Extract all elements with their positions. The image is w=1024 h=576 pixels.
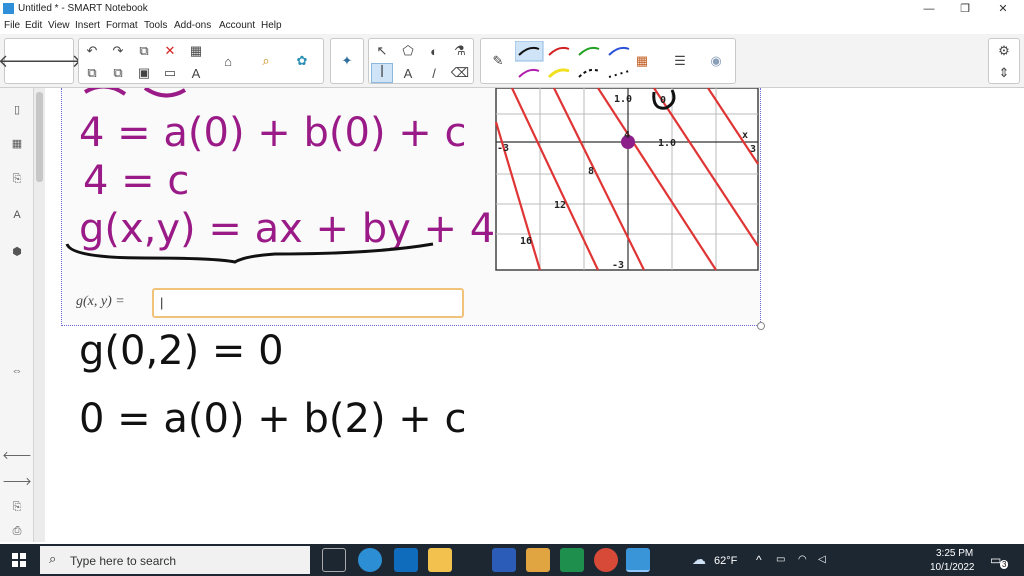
notebook-page[interactable]: 1.0 0 -3 1.0 x 3 -3 4 8 12 16 g(x, y) = …	[45, 88, 1024, 542]
lesson-group: ✦	[330, 38, 364, 84]
smart-notebook-taskbar-icon[interactable]	[626, 548, 650, 572]
main-toolbar: 🡐 🡒 ↶ ↷ ⧉ ✕ ▦ ⌂ ⧉ ⧉ ▣ ▭ A ⌕ ✿ ✦ ↖ ⬠ ◐ ⚗ …	[0, 34, 1024, 88]
handwriting-layer: 4 = a(0) + b(0) + c 4 = c g(x,y) = ax + …	[65, 88, 495, 442]
text-icon[interactable]: A	[397, 63, 419, 83]
navigation-group: 🡐 🡒	[0, 38, 82, 84]
delete-page-sidebar-icon[interactable]: ⎙	[6, 520, 28, 542]
clock-date[interactable]: 10/1/2022	[930, 562, 975, 573]
back-arrow-icon[interactable]: 🡐	[0, 51, 46, 71]
wifi-icon[interactable]: ◠	[798, 554, 807, 565]
scrollbar-thumb[interactable]	[36, 92, 43, 182]
add-page-icon[interactable]: ⧉	[81, 63, 103, 83]
tools-group: ↖ ⬠ ◐ ⚗ ꟾ A / ⌫	[368, 38, 474, 84]
line-thickness-icon[interactable]: ☰	[669, 51, 691, 71]
move-sidebar-icon[interactable]: ⇔	[6, 360, 28, 382]
table-icon[interactable]: ▦	[185, 41, 207, 61]
select-icon[interactable]: ↖	[371, 41, 393, 61]
side-tabs: ▯ ▦ ⎘ A ⬢ ⇔ 🡐 🡒 ⎘ ⎙	[0, 88, 34, 542]
gear-icon[interactable]: ⚙	[993, 41, 1015, 61]
measure-icon[interactable]: ꟾ	[371, 63, 393, 83]
weather-temp[interactable]: 62°F	[714, 555, 737, 567]
addon-bug-icon[interactable]: ✿	[291, 51, 313, 71]
addons-icon[interactable]: ⬢	[6, 240, 28, 262]
title-bar: Untitled * - SMART Notebook — ❐ ✕	[0, 0, 1024, 18]
ink-line-2: 4 = c	[83, 158, 189, 204]
clock-time[interactable]: 3:25 PM	[936, 548, 973, 559]
full-screen-icon[interactable]: ▭	[159, 63, 181, 83]
network-icon[interactable]: ▭	[776, 554, 785, 565]
puzzle-icon[interactable]: ✦	[336, 51, 358, 71]
forward-arrow-icon[interactable]: 🡒	[34, 51, 82, 71]
minimize-button[interactable]: —	[914, 1, 944, 17]
edit-group: ↶ ↷ ⧉ ✕ ▦ ⌂ ⧉ ⧉ ▣ ▭ A ⌕ ✿	[78, 38, 324, 84]
pen-icon[interactable]: ✎	[487, 51, 509, 71]
menu-tools[interactable]: Tools	[144, 20, 167, 31]
pen-styles-group: ✎ ▦ ☰ ◉	[480, 38, 736, 84]
effects-icon[interactable]: ◉	[705, 51, 727, 71]
tray-chevron-icon[interactable]: ^	[756, 553, 762, 567]
settings-group: ⚙ ⇕	[988, 38, 1020, 84]
page-sorter-icon[interactable]: ▯	[6, 98, 28, 120]
smart-notebook-icon	[3, 3, 14, 14]
color-palette-icon[interactable]: ▦	[631, 51, 653, 71]
fill-icon[interactable]: ◐	[423, 41, 445, 61]
menu-format[interactable]: Format	[106, 20, 138, 31]
response-icon[interactable]: ⌕	[255, 51, 277, 71]
notification-count: 3	[1000, 560, 1009, 569]
edge-icon[interactable]	[358, 548, 382, 572]
undo-icon[interactable]: ↶	[81, 41, 103, 61]
menu-help[interactable]: Help	[261, 20, 282, 31]
window-title: Untitled * - SMART Notebook	[18, 3, 148, 14]
properties-icon[interactable]: A	[6, 204, 28, 226]
delete-page-icon[interactable]: ⧉	[107, 63, 129, 83]
pen-style-swatches[interactable]	[515, 41, 635, 83]
file-explorer-icon[interactable]	[428, 548, 452, 572]
ink-line-4: g(0,2) = 0	[79, 328, 284, 374]
magic-pen-icon[interactable]: ⚗	[449, 41, 471, 61]
task-view-icon[interactable]	[322, 548, 346, 572]
close-button[interactable]: ✕	[988, 1, 1018, 17]
paste-icon[interactable]: ⧉	[133, 41, 155, 61]
windows-start-icon[interactable]	[12, 553, 26, 567]
outlook-icon[interactable]	[394, 548, 418, 572]
weather-icon: ☁	[692, 551, 706, 567]
menu-edit[interactable]: Edit	[25, 20, 42, 31]
previous-page-icon[interactable]: 🡐	[2, 444, 32, 466]
volume-icon[interactable]: ◁	[818, 554, 826, 565]
screen-capture-icon[interactable]: ⌂	[217, 51, 239, 71]
delete-icon[interactable]: ✕	[159, 41, 181, 61]
text-recognition-icon[interactable]: A	[185, 63, 207, 83]
add-page-sidebar-icon[interactable]: ⎘	[6, 496, 28, 518]
menu-file[interactable]: File	[4, 20, 20, 31]
eraser-icon[interactable]: ⌫	[449, 63, 471, 83]
menu-view[interactable]: View	[48, 20, 70, 31]
ink-line-5: 0 = a(0) + b(2) + c	[79, 396, 467, 442]
ink-line-1: 4 = a(0) + b(0) + c	[79, 110, 467, 156]
folder-icon[interactable]	[526, 548, 550, 572]
menu-insert[interactable]: Insert	[75, 20, 100, 31]
word-icon[interactable]	[492, 548, 516, 572]
menu-add-ons[interactable]: Add-ons	[174, 20, 211, 31]
menu-bar: File Edit View Insert Format Tools Add-o…	[0, 18, 1024, 34]
save-icon[interactable]: ▣	[133, 63, 155, 83]
line-icon[interactable]: /	[423, 63, 445, 83]
redo-icon[interactable]: ↷	[107, 41, 129, 61]
chrome-icon[interactable]	[594, 548, 618, 572]
gallery-icon[interactable]: ▦	[6, 132, 28, 154]
shapes-icon[interactable]: ⬠	[397, 41, 419, 61]
restore-button[interactable]: ❐	[950, 1, 980, 17]
attachments-icon[interactable]: ⎘	[6, 168, 28, 190]
windows-taskbar: ⌕ Type here to search ☁ 62°F ^ ▭ ◠ ◁ 3:2…	[0, 544, 1024, 576]
search-placeholder: Type here to search	[70, 554, 177, 568]
taskbar-search-box[interactable]: ⌕ Type here to search	[40, 546, 310, 574]
next-page-icon[interactable]: 🡒	[2, 470, 32, 492]
menu-account[interactable]: Account	[219, 20, 255, 31]
search-icon: ⌕	[49, 551, 57, 566]
move-toolbar-icon[interactable]: ⇕	[993, 63, 1015, 83]
excel-icon[interactable]	[560, 548, 584, 572]
